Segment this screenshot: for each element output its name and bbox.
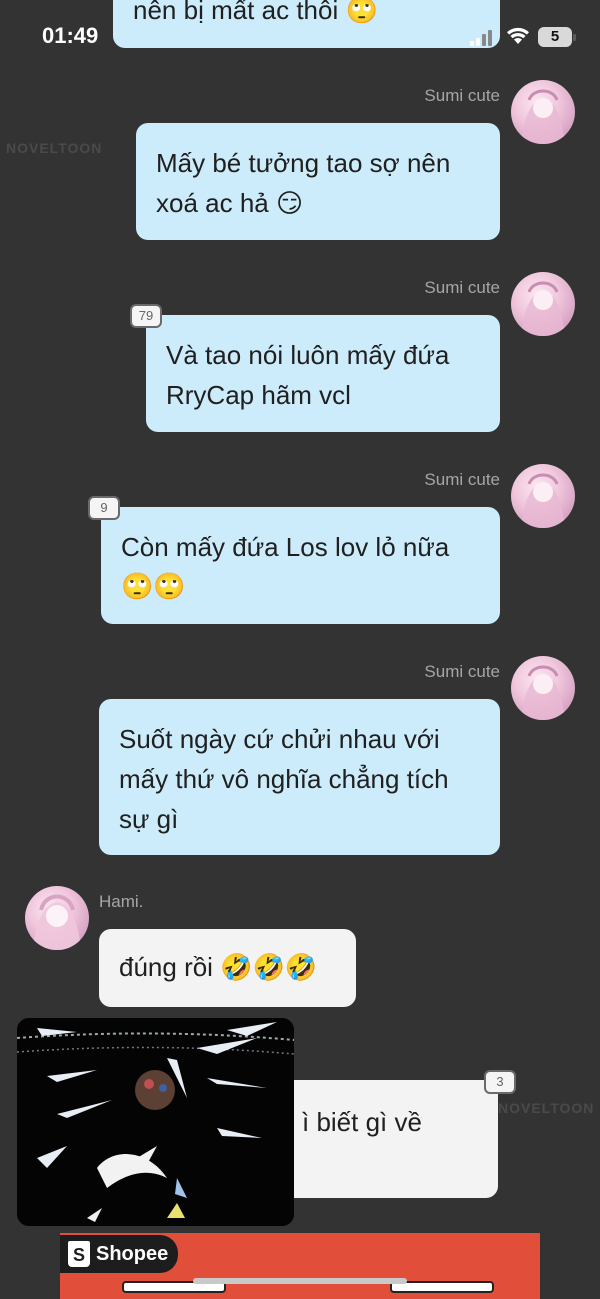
- sender-name: Sumi cute: [424, 278, 500, 297]
- message-bubble[interactable]: Và tao nói luôn mấy đứa RryCap hãm vcl: [146, 315, 500, 432]
- message-text: đúng rồi 🤣🤣🤣: [119, 952, 318, 982]
- avatar[interactable]: [511, 80, 575, 144]
- message-line: xoá ac hả 😏: [156, 188, 304, 218]
- message-bubble[interactable]: Mấy bé tưởng tao sợ nên xoá ac hả 😏: [136, 123, 500, 240]
- video-overlay[interactable]: [17, 1018, 294, 1226]
- sender-name: Sumi cute: [424, 470, 500, 489]
- watermark: NOVELTOON: [6, 140, 103, 156]
- message-bubble-top[interactable]: nên bị mất ac thôi 🙄: [113, 0, 500, 48]
- sender-name: Sumi cute: [424, 662, 500, 681]
- message-bubble[interactable]: ì biết gì về: [270, 1080, 498, 1198]
- shopee-bag-icon: S: [68, 1241, 90, 1267]
- message-text: ì biết gì về: [302, 1107, 422, 1137]
- message-line: sự gì: [119, 804, 179, 834]
- watermark: NOVELTOON: [498, 1100, 595, 1116]
- count-badge: 79: [130, 304, 162, 328]
- avatar[interactable]: [511, 272, 575, 336]
- battery-level: 5: [538, 27, 572, 47]
- signal-icon: [470, 30, 494, 46]
- message-line: Suốt ngày cứ chửi nhau với: [119, 724, 440, 754]
- avatar[interactable]: [511, 464, 575, 528]
- wifi-icon: [505, 26, 531, 46]
- message-bubble[interactable]: đúng rồi 🤣🤣🤣: [99, 929, 356, 1007]
- video-frame-image: [17, 1018, 294, 1226]
- message-bubble[interactable]: Còn mấy đứa Los lov lỏ nữa 🙄🙄: [101, 507, 500, 624]
- shopee-brand: Shopee: [96, 1243, 169, 1265]
- message-text: nên bị mất ac thôi 🙄: [133, 0, 378, 25]
- message-line: mấy thứ vô nghĩa chẳng tích: [119, 764, 449, 794]
- message-line: 🙄🙄: [121, 572, 186, 602]
- message-line: Và tao nói luôn mấy đứa: [166, 340, 450, 370]
- avatar[interactable]: [25, 886, 89, 950]
- battery-icon: 5: [538, 27, 578, 47]
- message-line: Còn mấy đứa Los lov lỏ nữa: [121, 532, 450, 562]
- avatar[interactable]: [511, 656, 575, 720]
- shopee-logo-pill[interactable]: S Shopee: [60, 1235, 178, 1273]
- message-bubble[interactable]: Suốt ngày cứ chửi nhau với mấy thứ vô ng…: [99, 699, 500, 855]
- home-indicator[interactable]: [193, 1278, 407, 1284]
- ad-banner[interactable]: S Shopee: [60, 1233, 540, 1299]
- status-time: 01:49: [42, 23, 99, 48]
- sender-name: Sumi cute: [424, 86, 500, 105]
- count-badge: 9: [88, 496, 120, 520]
- message-line: RryCap hãm vcl: [166, 380, 351, 410]
- message-line: Mấy bé tưởng tao sợ nên: [156, 148, 451, 178]
- sender-name: Hami.: [99, 892, 144, 911]
- count-badge: 3: [484, 1070, 516, 1094]
